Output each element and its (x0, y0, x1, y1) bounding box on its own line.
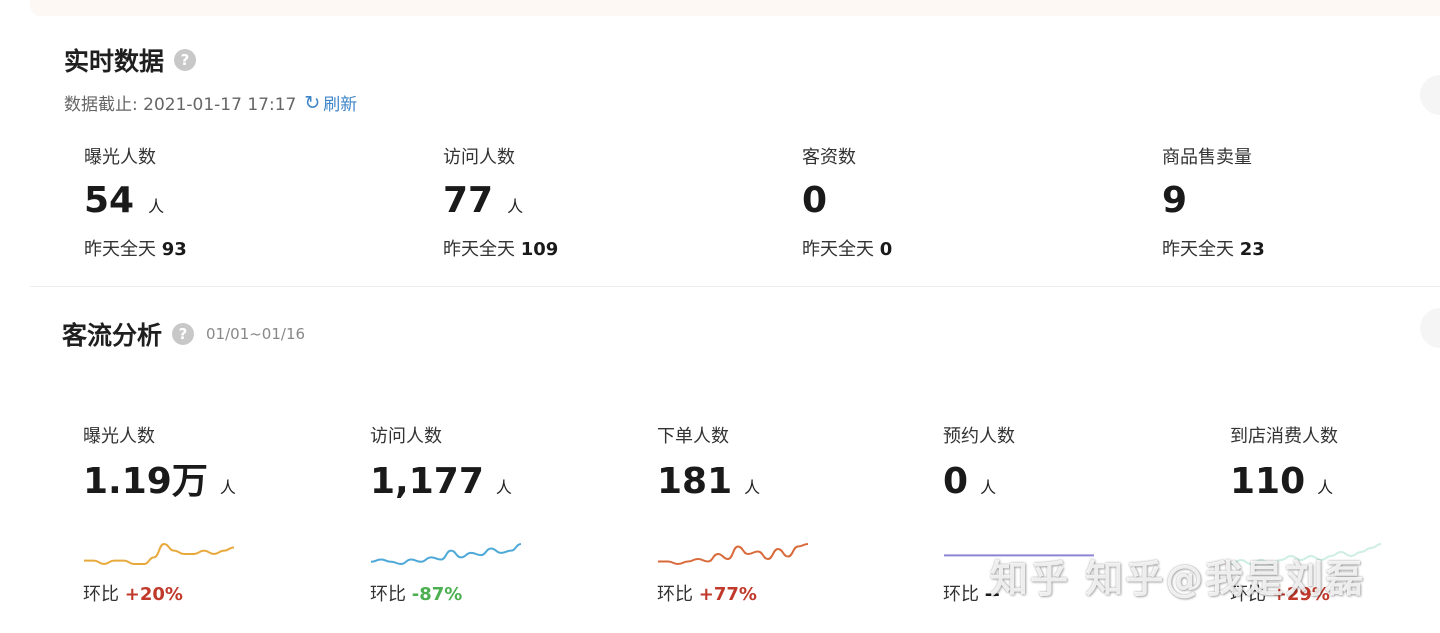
refresh-button[interactable]: ↻ 刷新 (304, 90, 358, 116)
scroll-edge-pill[interactable] (1420, 308, 1440, 348)
watermark: 知乎 知乎@我是刘磊 (990, 557, 1366, 601)
metric-unit: 人 (495, 478, 512, 497)
metric-yesterday: 昨天全天 23 (1162, 239, 1265, 260)
realtime-metric-exposure: 曝光人数 54 人 昨天全天 93 (84, 143, 187, 261)
metric-label: 到店消费人数 (1230, 426, 1338, 447)
metric-label: 访问人数 (443, 147, 515, 168)
realtime-metric-product-sales: 商品售卖量 9 昨天全天 23 (1162, 143, 1265, 261)
realtime-metric-leads: 客资数 0 昨天全天 0 (802, 143, 892, 261)
flow-metric-exposure: 曝光人数 1.19万 人 环比 +20% (83, 422, 236, 606)
metric-value: 9 (1162, 180, 1188, 221)
metric-value: 110 (1230, 461, 1306, 502)
scroll-edge-pill[interactable] (1420, 75, 1440, 115)
metric-label: 客资数 (802, 147, 856, 168)
metric-compare: 环比 +20% (83, 584, 183, 605)
data-cutoff-line: 数据截止: 2021-01-17 17:17 ↻ 刷新 (64, 90, 358, 116)
realtime-section-title: 实时数据 ? (64, 42, 197, 78)
metric-label: 预约人数 (943, 426, 1015, 447)
metric-unit: 人 (744, 478, 761, 497)
metric-yesterday: 昨天全天 93 (84, 239, 187, 260)
metric-label: 曝光人数 (84, 147, 156, 168)
metric-value: 181 (657, 461, 733, 502)
metric-compare: 环比 +77% (657, 584, 757, 605)
metric-label: 下单人数 (657, 426, 729, 447)
realtime-metric-visitors: 访问人数 77 人 昨天全天 109 (443, 143, 558, 261)
section-divider (30, 286, 1440, 287)
metric-value: 1.19万 (83, 461, 208, 502)
sparkline-chart (84, 542, 235, 566)
metric-value: 54 (84, 180, 135, 221)
metric-unit: 人 (219, 478, 236, 497)
metric-unit: 人 (148, 197, 165, 216)
sparkline-chart (657, 543, 809, 566)
refresh-label: 刷新 (323, 95, 358, 115)
flow-section-title: 客流分析 ? 01/01~01/16 (62, 316, 305, 352)
metric-unit: 人 (980, 478, 997, 497)
flow-metric-visitors: 访问人数 1,177 人 环比 -87% (370, 422, 522, 606)
top-banner-strip (30, 0, 1440, 16)
metric-value: 1,177 (370, 461, 484, 502)
realtime-title-text: 实时数据 (64, 47, 165, 76)
metric-value: 77 (443, 180, 494, 221)
sparkline-chart (370, 543, 522, 566)
metric-label: 访问人数 (370, 426, 442, 447)
metric-label: 曝光人数 (83, 426, 155, 447)
metric-label: 商品售卖量 (1162, 147, 1252, 168)
sparkline-path (657, 543, 809, 566)
help-icon[interactable]: ? (174, 49, 197, 71)
metric-value: 0 (943, 461, 969, 502)
metric-value: 0 (802, 180, 828, 221)
sparkline-path (370, 543, 522, 566)
metric-unit: 人 (507, 197, 524, 216)
metric-yesterday: 昨天全天 0 (802, 239, 893, 260)
metric-unit: 人 (1317, 478, 1334, 497)
flow-metric-orders: 下单人数 181 人 环比 +77% (657, 422, 809, 606)
metric-yesterday: 昨天全天 109 (443, 239, 559, 260)
sparkline-path (84, 542, 235, 566)
help-icon[interactable]: ? (172, 323, 195, 345)
date-range: 01/01~01/16 (206, 325, 306, 343)
data-cutoff-text: 数据截止: 2021-01-17 17:17 (64, 95, 297, 115)
metric-compare: 环比 -87% (370, 584, 463, 605)
flow-title-text: 客流分析 (62, 321, 163, 350)
refresh-icon: ↻ (304, 91, 321, 114)
